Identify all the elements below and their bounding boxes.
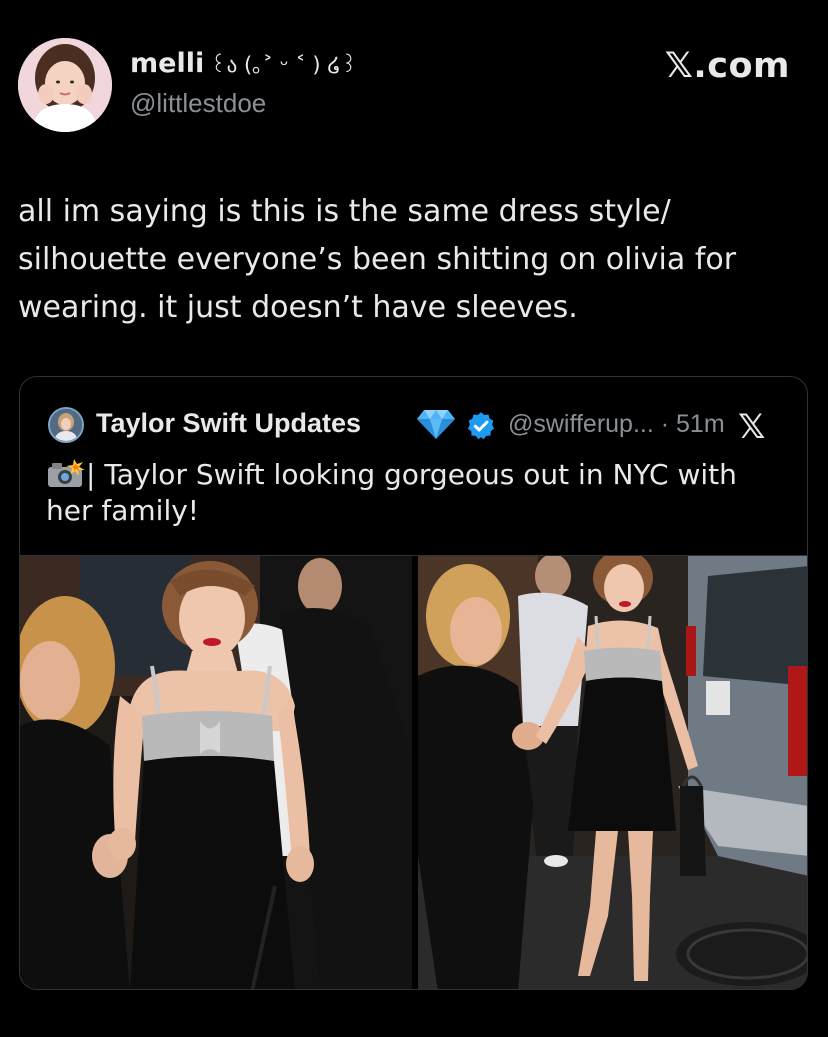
- author-name[interactable]: melli ꒰ა (｡˃ ᵕ ˂ ) ໒꒱: [130, 48, 357, 79]
- diamond-icon: [417, 410, 455, 439]
- quoted-text-content: | Taylor Swift looking gorgeous out in N…: [46, 458, 737, 527]
- x-logo-icon: 𝕏: [738, 408, 766, 446]
- quoted-text: | Taylor Swift looking gorgeous out in N…: [46, 457, 786, 529]
- author-emoticon: ꒰ა (｡˃ ᵕ ˂ ) ໒꒱: [210, 53, 358, 77]
- post-text: all im saying is this is the same dress …: [18, 194, 737, 325]
- quoted-handle-time[interactable]: @swifferup... · 51m: [508, 410, 725, 439]
- avatar-image: [18, 38, 112, 132]
- author-handle[interactable]: @littlestdoe: [130, 88, 266, 119]
- photo-right[interactable]: [418, 556, 807, 989]
- verified-badge-icon: [467, 412, 495, 440]
- photo-left-image: [20, 556, 412, 989]
- photo-right-image: [418, 556, 807, 989]
- camera-flash-icon: [48, 459, 85, 487]
- quoted-post[interactable]: Taylor Swift Updates @swifferup... · 51m…: [19, 376, 808, 990]
- photo-left[interactable]: [20, 556, 412, 989]
- quoted-author-name[interactable]: Taylor Swift Updates: [96, 408, 361, 439]
- site-label: 𝕏.com: [664, 46, 790, 86]
- quoted-author-avatar[interactable]: [48, 407, 84, 443]
- author-avatar[interactable]: [18, 38, 112, 132]
- quoted-avatar-image: [50, 409, 82, 441]
- quoted-photos: [20, 555, 807, 989]
- author-name-text: melli: [130, 48, 205, 79]
